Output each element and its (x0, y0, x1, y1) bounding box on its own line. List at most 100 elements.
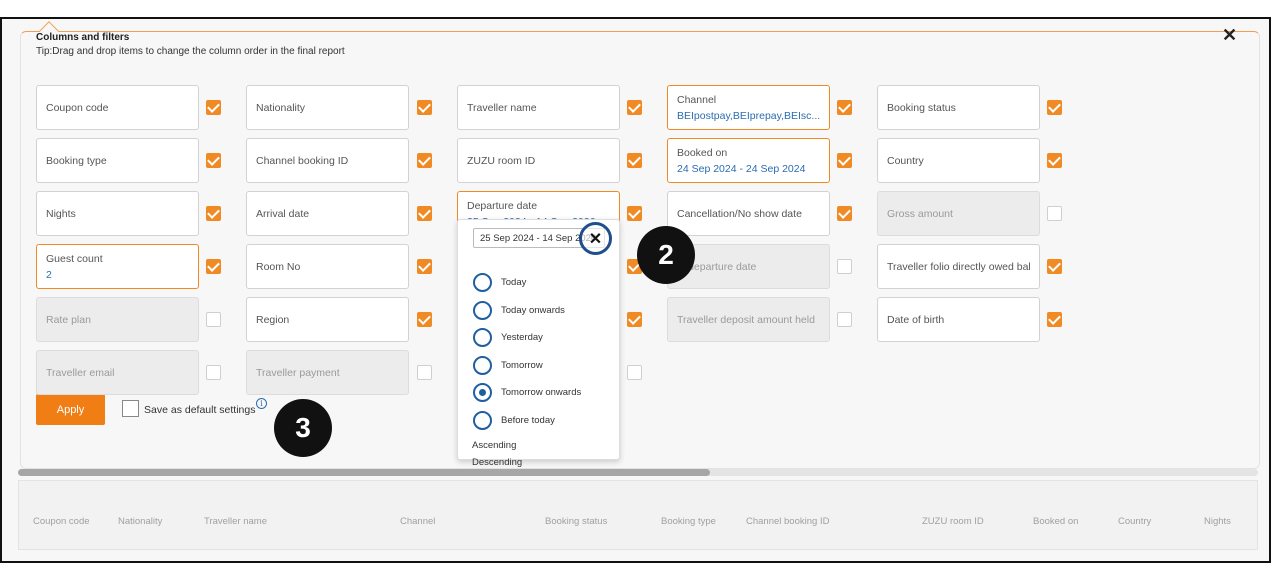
column-filter-label: Channel booking ID (256, 154, 349, 167)
table-column-header[interactable]: Country (1118, 516, 1151, 527)
column-include-checkbox[interactable] (1047, 206, 1062, 221)
step-badge-two: 2 (637, 226, 695, 284)
radio-icon[interactable] (473, 355, 492, 375)
column-filter-cell[interactable]: Country (877, 138, 1040, 183)
date-preset-label: Yesterday (501, 331, 543, 343)
column-include-checkbox[interactable] (837, 206, 852, 221)
column-include-checkbox[interactable] (1047, 259, 1062, 274)
table-column-header[interactable]: Nights (1204, 516, 1231, 527)
table-column-header[interactable]: Booking type (661, 516, 716, 527)
column-include-checkbox[interactable] (837, 312, 852, 327)
column-include-checkbox[interactable] (417, 153, 432, 168)
column-filter-cell[interactable]: Cancellation/No show date (667, 191, 830, 236)
table-column-header[interactable]: Booked on (1033, 516, 1078, 527)
sort-descending-option[interactable]: Descending (472, 457, 522, 468)
column-include-checkbox[interactable] (417, 312, 432, 327)
column-filter-label: Guest count (46, 252, 103, 265)
date-preset-option[interactable]: Today onwards (473, 300, 565, 320)
date-preset-label: Tomorrow onwards (501, 386, 582, 398)
table-column-header[interactable]: ZUZU room ID (922, 516, 984, 527)
column-filter-label: Nationality (256, 101, 306, 114)
table-column-header[interactable]: Booking status (545, 516, 607, 527)
column-filter-cell[interactable]: ZUZU room ID (457, 138, 620, 183)
radio-icon[interactable] (473, 272, 492, 292)
column-include-checkbox[interactable] (417, 206, 432, 221)
date-preset-label: Today (501, 276, 527, 288)
column-filter-cell[interactable]: Booking type (36, 138, 199, 183)
column-filter-cell[interactable]: Guest count 2 (36, 244, 199, 289)
column-include-checkbox[interactable] (417, 365, 432, 380)
table-column-header[interactable]: Channel (400, 516, 435, 527)
column-include-checkbox[interactable] (627, 100, 642, 115)
close-icon[interactable]: ✕ (1222, 26, 1237, 44)
column-include-checkbox[interactable] (837, 259, 852, 274)
apply-button[interactable]: Apply (36, 394, 105, 425)
column-include-checkbox[interactable] (1047, 153, 1062, 168)
column-filter-label: Booking type (46, 154, 107, 167)
column-include-checkbox[interactable] (627, 153, 642, 168)
column-filter-cell[interactable]: Traveller folio directly owed balan (877, 244, 1040, 289)
column-filter-label: Departure date (467, 199, 538, 212)
date-preset-option[interactable]: Before today (473, 410, 555, 430)
date-filter-dropdown: 25 Sep 2024 - 14 Sep 2026 ✕ Today Today onw… (457, 219, 620, 468)
column-filter-cell[interactable]: Room No (246, 244, 409, 289)
column-filter-cell[interactable]: Traveller name (457, 85, 620, 130)
table-column-header[interactable]: Channel booking ID (746, 516, 829, 527)
column-include-checkbox[interactable] (206, 153, 221, 168)
column-filter-cell[interactable]: Region (246, 297, 409, 342)
column-filter-cell[interactable]: Nationality (246, 85, 409, 130)
date-preset-option[interactable]: Tomorrow onwards (473, 382, 581, 402)
column-include-checkbox[interactable] (1047, 312, 1062, 327)
radio-icon[interactable] (473, 382, 492, 402)
column-include-checkbox[interactable] (206, 100, 221, 115)
info-icon[interactable]: i (256, 398, 267, 409)
sort-ascending-option[interactable]: Ascending (472, 440, 516, 451)
column-filter-cell[interactable]: Booking status (877, 85, 1040, 130)
column-include-checkbox[interactable] (417, 259, 432, 274)
column-include-checkbox[interactable] (627, 365, 642, 380)
column-include-checkbox[interactable] (206, 259, 221, 274)
column-include-checkbox[interactable] (206, 206, 221, 221)
column-filter-cell[interactable]: Booked on 24 Sep 2024 - 24 Sep 2024 (667, 138, 830, 183)
save-default-checkbox[interactable] (122, 400, 139, 417)
column-include-checkbox[interactable] (627, 312, 642, 327)
radio-icon[interactable] (473, 327, 492, 347)
column-filter-cell[interactable]: Channel booking ID (246, 138, 409, 183)
column-filter-cell[interactable]: Channel BEIpostpay,BEIprepay,BEIsc... (667, 85, 830, 130)
column-include-checkbox[interactable] (1047, 100, 1062, 115)
column-filter-label: Region (256, 313, 290, 326)
radio-icon[interactable] (473, 410, 492, 430)
column-filter-label: Traveller deposit amount held (677, 313, 815, 326)
column-filter-cell[interactable]: Arrival date (246, 191, 409, 236)
column-include-checkbox[interactable] (417, 100, 432, 115)
column-filter-label: Booking status (887, 101, 956, 114)
column-filter-label: Traveller payment (256, 366, 340, 379)
column-filter-cell[interactable]: Traveller payment (246, 350, 409, 395)
column-filter-cell[interactable]: Gross amount (877, 191, 1040, 236)
column-include-checkbox[interactable] (837, 153, 852, 168)
column-filter-label: Traveller name (467, 101, 537, 114)
column-filter-cell[interactable]: Date of birth (877, 297, 1040, 342)
column-include-checkbox[interactable] (206, 365, 221, 380)
column-include-checkbox[interactable] (627, 206, 642, 221)
date-preset-option[interactable]: Yesterday (473, 327, 543, 347)
table-column-header[interactable]: Coupon code (33, 516, 90, 527)
column-filter-label: al departure date (677, 260, 757, 273)
column-filter-cell[interactable]: Traveller email (36, 350, 199, 395)
dialog-tip: Tip:Drag and drop items to change the co… (36, 46, 345, 57)
radio-icon[interactable] (473, 300, 492, 320)
column-filter-cell[interactable]: Rate plan (36, 297, 199, 342)
step-badge-three: 3 (274, 399, 332, 457)
clear-date-icon[interactable]: ✕ (579, 222, 612, 255)
date-preset-option[interactable]: Tomorrow (473, 355, 543, 375)
column-include-checkbox[interactable] (837, 100, 852, 115)
horizontal-scrollbar-thumb[interactable] (18, 469, 710, 476)
date-preset-option[interactable]: Today (473, 272, 526, 292)
column-include-checkbox[interactable] (206, 312, 221, 327)
column-filter-cell[interactable]: Traveller deposit amount held (667, 297, 830, 342)
table-column-header[interactable]: Nationality (118, 516, 162, 527)
table-column-header[interactable]: Traveller name (204, 516, 267, 527)
report-table (18, 480, 1258, 550)
column-filter-cell[interactable]: Coupon code (36, 85, 199, 130)
column-filter-cell[interactable]: Nights (36, 191, 199, 236)
